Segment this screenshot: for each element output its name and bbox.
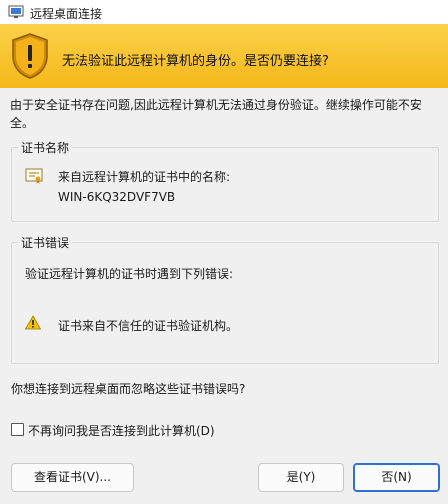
- certificate-icon: [25, 168, 43, 184]
- no-button[interactable]: 否(N): [353, 463, 440, 492]
- cert-error-intro: 验证远程计算机的证书时遇到下列错误:: [25, 267, 234, 281]
- warning-triangle-icon: [25, 315, 41, 330]
- dont-ask-again-checkbox[interactable]: [11, 423, 24, 436]
- dont-ask-again-label[interactable]: 不再询问我是否连接到此计算机(D): [28, 422, 215, 439]
- cert-error-item: 证书来自不信任的证书验证机构。: [58, 319, 239, 333]
- warning-banner: 无法验证此远程计算机的身份。是否仍要连接?: [0, 24, 448, 88]
- cert-name-group: 证书名称 来自远程计算机的证书中的名称: WIN-6KQ32DVF7VB: [11, 139, 439, 222]
- window-title: 远程桌面连接: [30, 7, 103, 21]
- title-bar: 远程桌面连接: [0, 0, 448, 24]
- banner-message: 无法验证此远程计算机的身份。是否仍要连接?: [62, 54, 329, 69]
- question-text: 你想连接到远程桌面而忽略这些证书错误吗?: [11, 382, 246, 396]
- shield-warning-icon: [12, 33, 48, 79]
- rdp-app-icon: [8, 5, 24, 18]
- yes-button[interactable]: 是(Y): [258, 463, 344, 492]
- cert-error-group: 证书错误 验证远程计算机的证书时遇到下列错误: 证书来自不信任的证书验证机构。: [11, 234, 439, 364]
- cert-error-group-label: 证书错误: [18, 234, 73, 251]
- cert-name-caption: 来自远程计算机的证书中的名称:: [58, 170, 231, 184]
- cert-name-group-label: 证书名称: [18, 139, 73, 156]
- cert-name-value: WIN-6KQ32DVF7VB: [58, 190, 176, 204]
- intro-text: 由于安全证书存在问题,因此远程计算机无法通过身份验证。继续操作可能不安全。: [10, 98, 422, 130]
- view-certificate-button[interactable]: 查看证书(V)...: [11, 463, 134, 492]
